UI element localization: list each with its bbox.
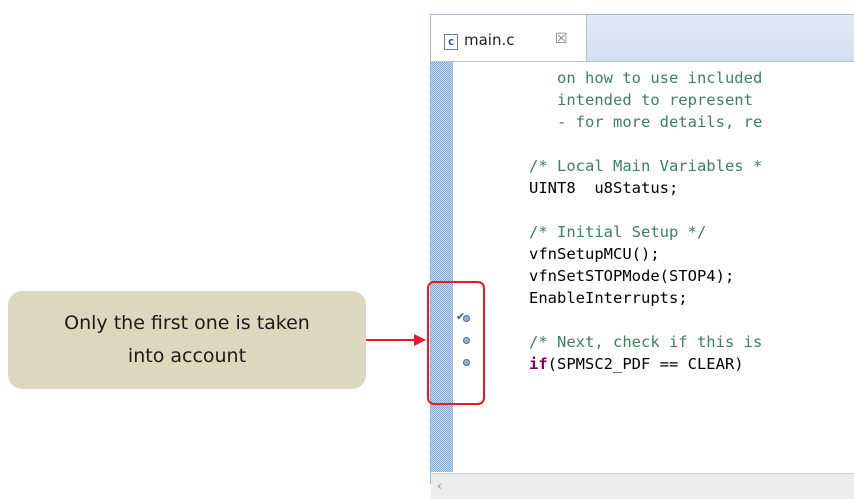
code-line: intended to represent <box>529 91 763 109</box>
breakpoints-highlight-box <box>427 281 485 405</box>
tab-label: main.c <box>464 31 515 49</box>
tab-main-c[interactable]: c main.c ☒ <box>431 15 587 61</box>
code-line: UINT8 u8Status; <box>529 179 679 197</box>
code-line: on how to use included <box>529 69 763 87</box>
annotation-gutter[interactable]: ✔ <box>453 62 497 472</box>
close-icon[interactable]: ☒ <box>555 31 568 47</box>
code-line: /* Next, check if this is <box>529 333 763 351</box>
code-editor: c main.c ☒ ✔ on how to use included inte… <box>430 0 854 499</box>
code-text: (SPMSC2_PDF == CLEAR) <box>547 355 744 373</box>
code-line: /* Initial Setup */ <box>529 223 707 241</box>
callout-text: Only the first one is taken into account <box>64 312 310 367</box>
code-line: if(SPMSC2_PDF == CLEAR) <box>529 353 744 375</box>
horizontal-scrollbar[interactable]: ‹ <box>431 473 854 499</box>
code-line-breakpoint-2: vfnSetSTOPMode(STOP4); <box>529 267 735 285</box>
code-line-breakpoint-1: vfnSetupMCU(); <box>529 245 660 263</box>
keyword-if: if <box>529 355 548 373</box>
code-line-breakpoint-3: EnableInterrupts; <box>529 289 688 307</box>
editor-tab-strip: c main.c ☒ <box>431 15 854 62</box>
editor-frame: c main.c ☒ ✔ on how to use included inte… <box>430 14 854 499</box>
code-line: - for more details, re <box>529 113 763 131</box>
annotation-callout: Only the first one is taken into account <box>8 291 366 389</box>
overview-ruler[interactable] <box>431 62 453 472</box>
scroll-left-icon[interactable]: ‹ <box>437 479 442 493</box>
code-line: /* Local Main Variables * <box>529 157 763 175</box>
code-area[interactable]: on how to use included intended to repre… <box>529 67 854 477</box>
c-source-file-icon: c <box>444 34 458 50</box>
